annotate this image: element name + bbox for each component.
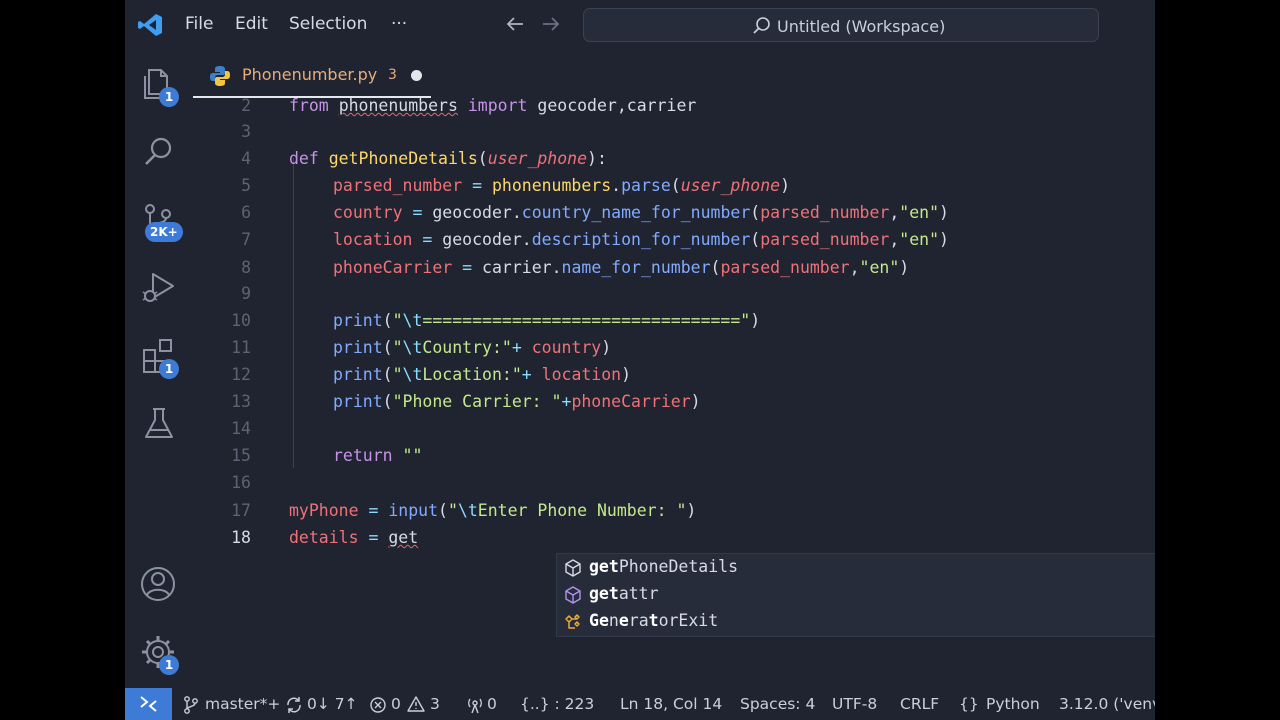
vscode-window: File Edit Selection ··· Untitled (Worksp… [125,0,1155,720]
menu-file[interactable]: File [185,14,213,34]
search-icon [145,137,172,165]
line-number: 9 [241,284,251,303]
line-number: 14 [231,419,251,438]
python-interpreter[interactable]: 3.12.0 ('venv' [1059,695,1155,713]
language-mode[interactable]: Python [986,695,1040,713]
branch-icon [184,696,198,714]
source-control-badge: 2K+ [145,222,183,242]
extensions-button[interactable]: 1 [139,336,179,379]
line-number: 13 [231,392,251,411]
search-icon [753,17,770,34]
tab-phonenumber-py[interactable]: Phonenumber.py 3 [193,52,431,98]
menu-edit[interactable]: Edit [235,14,268,34]
tab-filename: Phonenumber.py [242,65,378,84]
git-branch[interactable]: master*+ [205,695,280,713]
run-debug-button[interactable] [139,268,179,308]
code-line-15: return "" [333,446,423,465]
activity-bar: 1 2K+ 1 1 [125,52,189,688]
warning-icon [407,696,425,712]
code-line-7: location = geocoder.description_for_numb… [333,230,949,249]
account-icon [141,567,175,601]
ports-count[interactable]: 0 [487,695,497,713]
remote-indicator[interactable] [125,688,172,720]
git-sync[interactable]: 0↓ 7↑ [307,695,358,713]
code-line-4: def getPhoneDetails(user_phone): [289,149,607,168]
editor-tabs: Phonenumber.py 3 [189,52,1155,98]
line-number: 10 [231,311,251,330]
menu-selection[interactable]: Selection [289,14,367,34]
line-number: 17 [231,501,251,520]
vscode-logo-icon [138,14,162,36]
code-line-17: myPhone = input("\tEnter Phone Number: "… [289,501,697,520]
method-cube-icon [565,586,581,604]
explorer-badge: 1 [159,87,179,107]
source-control-button[interactable]: 2K+ [139,200,183,242]
suggestion-getattr[interactable]: getattr [557,581,1155,608]
line-number: 16 [231,473,251,492]
suggestion-getphonedetails[interactable]: getPhoneDetails [557,554,1155,581]
unsaved-dot-icon[interactable] [411,70,422,81]
extensions-badge: 1 [159,359,179,379]
line-number: 7 [241,230,251,249]
encoding[interactable]: UTF-8 [832,695,877,713]
code-line-2: from phonenumbers import geocoder,carrie… [289,98,697,115]
suggestion-generatorexit[interactable]: GeneratorExit [557,608,1155,635]
line-number: 3 [241,122,251,141]
code-line-12: print("\tLocation:"+ location) [333,365,632,384]
line-number: 15 [231,446,251,465]
braces-icon: {} [959,695,979,713]
testing-button[interactable] [139,404,179,444]
code-line-10: print("\t===============================… [333,311,761,330]
back-arrow-icon[interactable] [503,12,527,36]
flask-icon [145,408,173,438]
forward-arrow-icon[interactable] [539,12,563,36]
autocomplete-suggestions: getPhoneDetails getattr GeneratorExit [556,553,1155,637]
error-count[interactable]: 0 [391,695,401,713]
symbols-count[interactable]: {..} : 223 [520,695,594,713]
status-bar: master*+ 0↓ 7↑ 0 3 0 {..} : 223 Ln 18, C… [125,688,1155,720]
explorer-button[interactable]: 1 [139,64,179,107]
error-icon [370,697,386,713]
warning-count[interactable]: 3 [430,695,440,713]
line-number: 2 [241,98,251,115]
run-debug-icon [142,273,174,302]
line-number: 12 [231,365,251,384]
remote-icon [140,696,157,712]
line-number: 18 [231,528,251,547]
python-file-icon [210,66,230,86]
indent-guide [293,158,294,468]
line-ending[interactable]: CRLF [900,695,939,713]
code-line-6: country = geocoder.country_name_for_numb… [333,203,949,222]
command-center-search[interactable]: Untitled (Workspace) [583,8,1099,42]
manage-button[interactable]: 1 [139,632,179,675]
line-number: 8 [241,258,251,277]
cursor-position[interactable]: Ln 18, Col 14 [620,695,722,713]
workspace-title: Untitled (Workspace) [777,17,946,36]
indentation[interactable]: Spaces: 4 [740,695,815,713]
title-bar: File Edit Selection ··· Untitled (Worksp… [125,0,1155,52]
line-number: 11 [231,338,251,357]
code-line-5: parsed_number = phonenumbers.parse(user_… [333,176,790,195]
line-number: 4 [241,149,251,168]
line-number: 5 [241,176,251,195]
code-line-18: details = get [289,528,419,547]
search-button[interactable] [139,132,179,172]
settings-badge: 1 [159,655,179,675]
accounts-button[interactable] [139,564,179,604]
code-line-11: print("\tCountry:"+ country) [333,338,612,357]
broadcast-icon [468,698,482,714]
code-line-13: print("Phone Carrier: "+phoneCarrier) [333,392,701,411]
method-cube-icon [565,559,581,577]
sync-icon [287,697,301,713]
menu-more[interactable]: ··· [391,14,407,34]
line-number: 6 [241,203,251,222]
code-line-8: phoneCarrier = carrier.name_for_number(p… [333,258,910,277]
class-icon [565,614,580,629]
tab-problem-count: 3 [388,67,397,83]
